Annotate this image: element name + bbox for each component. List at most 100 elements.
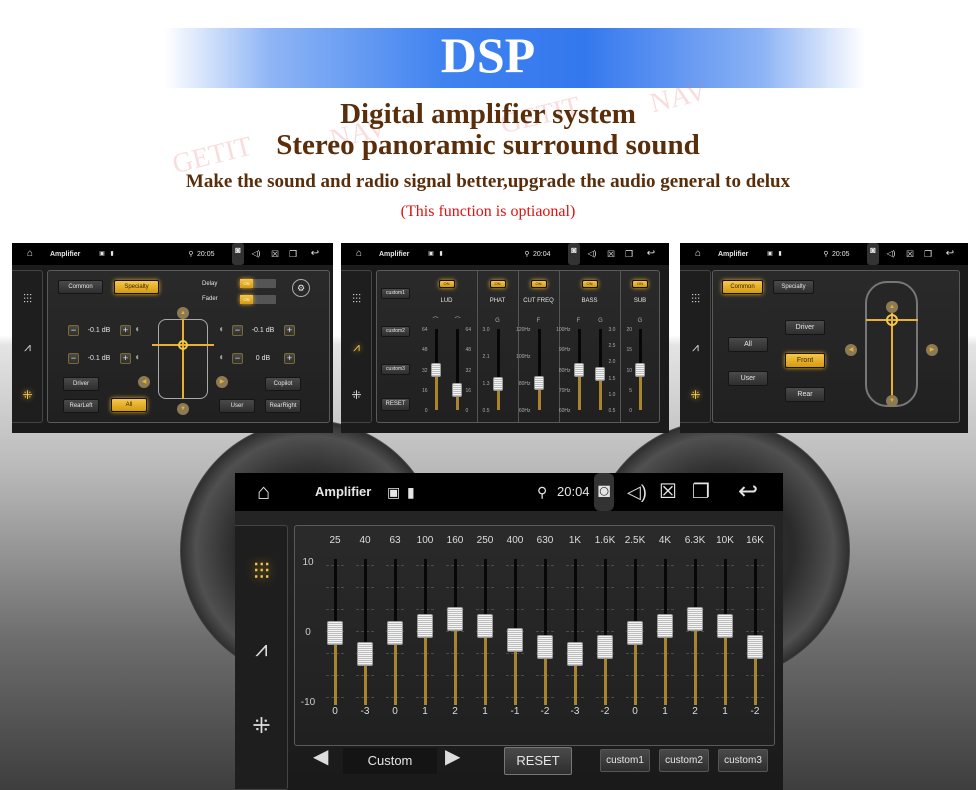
slider-handle[interactable]	[635, 362, 645, 377]
balance-right-button[interactable]: ▶	[216, 376, 228, 388]
back-icon[interactable]: ↩	[738, 480, 758, 504]
band-slider-handle[interactable]	[537, 635, 553, 659]
preset-custom3-button[interactable]: custom3	[718, 749, 768, 772]
equalizer-icon[interactable]: ⫶⫶⫶	[12, 293, 43, 305]
slider-handle[interactable]	[492, 377, 503, 392]
balance-down-button[interactable]: ▼	[177, 403, 189, 415]
tab-common[interactable]: Common	[58, 280, 103, 294]
balance-point[interactable]	[178, 340, 188, 350]
window-icon[interactable]: ❐	[692, 482, 710, 502]
decrease-front-right-button[interactable]: −	[232, 325, 243, 336]
sound-wave-icon[interactable]: ⩘	[235, 638, 288, 660]
balance-left-button[interactable]: ◀	[845, 344, 857, 356]
back-icon[interactable]: ↩	[645, 249, 657, 259]
sub-toggle[interactable]: ON	[632, 280, 648, 288]
delay-toggle[interactable]: ON	[240, 279, 276, 288]
preset-custom2-button[interactable]: custom2	[381, 326, 410, 337]
band-slider-handle[interactable]	[597, 635, 613, 659]
home-icon[interactable]: ⌂	[692, 249, 704, 259]
speaker-balance-icon[interactable]: ⁜	[12, 389, 43, 401]
rear-left-button[interactable]: RearLeft	[63, 399, 99, 413]
copilot-button[interactable]: Copilot	[265, 377, 301, 391]
band-slider-handle[interactable]	[687, 607, 703, 631]
volume-icon[interactable]: ◁)	[586, 250, 598, 258]
window-icon[interactable]: ❐	[623, 249, 635, 259]
close-app-icon[interactable]: ☒	[904, 249, 916, 259]
band-slider-handle[interactable]	[357, 642, 373, 666]
band-slider-handle[interactable]	[717, 614, 733, 638]
preset-custom3-button[interactable]: custom3	[381, 364, 410, 375]
user-button[interactable]: User	[728, 371, 768, 386]
slider-handle[interactable]	[452, 382, 463, 397]
reset-button[interactable]: RESET	[504, 747, 572, 775]
front-button[interactable]: Front	[785, 353, 825, 368]
close-app-icon[interactable]: ☒	[659, 482, 677, 502]
slider-handle[interactable]	[595, 367, 606, 382]
balance-up-button[interactable]: ▲	[886, 301, 898, 313]
tab-specialty[interactable]: Specialty	[773, 280, 814, 294]
tab-specialty[interactable]: Specialty	[114, 280, 159, 294]
home-icon[interactable]: ⌂	[24, 249, 36, 259]
band-slider-handle[interactable]	[657, 614, 673, 638]
band-slider-handle[interactable]	[417, 614, 433, 638]
speaker-balance-icon[interactable]: ⁜	[341, 389, 372, 401]
decrease-rear-left-button[interactable]: −	[68, 353, 79, 364]
camera-icon[interactable]: ◙	[594, 473, 615, 511]
band-slider-handle[interactable]	[567, 642, 583, 666]
slider-handle[interactable]	[573, 362, 584, 377]
reset-button[interactable]: RESET	[381, 398, 410, 411]
next-preset-button[interactable]: ▶	[445, 747, 460, 767]
decrease-front-left-button[interactable]: −	[68, 325, 79, 336]
driver-button[interactable]: Driver	[63, 377, 99, 391]
equalizer-icon[interactable]: ⫶⫶⫶	[235, 561, 288, 583]
camera-icon[interactable]: ◙	[867, 243, 879, 265]
driver-button[interactable]: Driver	[785, 320, 825, 335]
preset-custom1-button[interactable]: custom1	[600, 749, 650, 772]
home-icon[interactable]: ⌂	[257, 481, 270, 503]
sound-wave-icon[interactable]: ⩘	[680, 341, 711, 353]
sound-wave-icon[interactable]: ⩘	[341, 341, 372, 353]
band-slider-handle[interactable]	[507, 628, 523, 652]
slider-handle[interactable]	[533, 376, 544, 390]
band-slider-handle[interactable]	[327, 621, 343, 645]
increase-front-right-button[interactable]: +	[284, 325, 295, 336]
all-button[interactable]: All	[111, 398, 147, 412]
decrease-rear-right-button[interactable]: −	[232, 353, 243, 364]
volume-icon[interactable]: ◁)	[250, 250, 262, 258]
speaker-balance-icon[interactable]: ⁜	[680, 389, 711, 401]
volume-icon[interactable]: ◁)	[627, 483, 647, 501]
band-slider-handle[interactable]	[627, 621, 643, 645]
rear-button[interactable]: Rear	[785, 387, 825, 402]
previous-preset-button[interactable]: ◀	[313, 747, 328, 767]
band-slider-handle[interactable]	[747, 635, 763, 659]
equalizer-icon[interactable]: ⫶⫶⫶	[341, 293, 372, 305]
increase-front-left-button[interactable]: +	[120, 325, 131, 336]
balance-up-button[interactable]: ▲	[177, 307, 189, 319]
window-icon[interactable]: ❐	[922, 249, 934, 259]
speaker-balance-icon[interactable]: ⁜	[235, 715, 288, 737]
cut-freq-toggle[interactable]: ON	[530, 280, 547, 288]
volume-icon[interactable]: ◁)	[885, 250, 897, 258]
all-button[interactable]: All	[728, 337, 768, 352]
increase-rear-right-button[interactable]: +	[284, 353, 295, 364]
lud-toggle[interactable]: ON	[438, 280, 455, 288]
phat-toggle[interactable]: ON	[489, 280, 506, 288]
equalizer-icon[interactable]: ⫶⫶⫶	[680, 293, 711, 305]
back-icon[interactable]: ↩	[944, 249, 956, 259]
slider-handle[interactable]	[430, 362, 441, 377]
bass-toggle[interactable]: ON	[581, 280, 598, 288]
preset-custom2-button[interactable]: custom2	[659, 749, 709, 772]
close-app-icon[interactable]: ☒	[269, 249, 281, 259]
balance-point[interactable]	[886, 314, 898, 326]
camera-icon[interactable]: ◙	[568, 243, 580, 265]
window-icon[interactable]: ❐	[287, 249, 299, 259]
balance-left-button[interactable]: ◀	[138, 376, 150, 388]
preset-custom1-button[interactable]: custom1	[381, 288, 410, 299]
tab-common[interactable]: Common	[722, 280, 763, 294]
band-slider-handle[interactable]	[477, 614, 493, 638]
camera-icon[interactable]: ◙	[232, 243, 244, 265]
increase-rear-left-button[interactable]: +	[120, 353, 131, 364]
band-slider-handle[interactable]	[387, 621, 403, 645]
speaker-settings-icon[interactable]: ⚙	[292, 279, 310, 297]
sound-wave-icon[interactable]: ⩘	[12, 341, 43, 353]
